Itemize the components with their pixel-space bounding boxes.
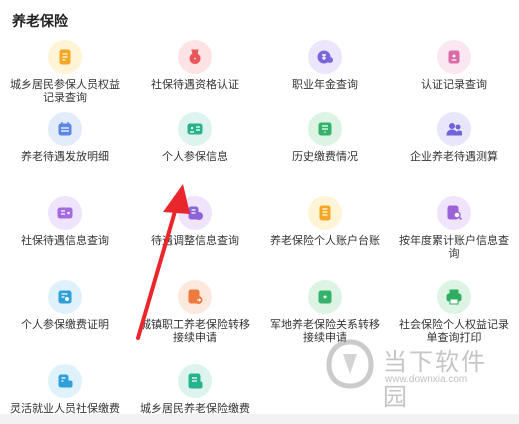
service-item-label: 城镇职工养老保险转移 接续申请 [140, 318, 250, 344]
service-item-label: 社保待遇信息查询 [21, 234, 109, 247]
transfer-icon [178, 280, 212, 314]
coin-icon [308, 40, 342, 74]
search-doc-icon [437, 196, 471, 230]
id-card-icon [178, 112, 212, 146]
service-item-label: 企业养老待遇测算 [410, 150, 498, 163]
service-item-label: 历史缴费情况 [292, 150, 358, 163]
watermark: 当下软件园 www.downxia.com [325, 336, 505, 411]
service-item-label: 养老待遇发放明细 [21, 150, 109, 163]
people-icon [437, 112, 471, 146]
military-transfer-icon [308, 280, 342, 314]
payment-history-icon [308, 112, 342, 146]
service-item-label: 个人参保缴费证明 [21, 318, 109, 331]
flexible-pay-icon [48, 364, 82, 398]
service-item-label: 养老保险个人账户台账 [270, 234, 380, 247]
service-item-label: 职业年金查询 [292, 78, 358, 91]
service-item-label: 城乡居民参保人员权益 记录查询 [10, 78, 120, 104]
calendar-icon [48, 112, 82, 146]
info-card-icon [48, 196, 82, 230]
watermark-url: www.downxia.com [385, 374, 468, 385]
adjust-icon [178, 196, 212, 230]
record-icon [437, 40, 471, 74]
service-item-label: 认证记录查询 [421, 78, 487, 91]
certificate-icon [48, 280, 82, 314]
ledger-icon [308, 196, 342, 230]
service-item-label: 待遇调整信息查询 [151, 234, 239, 247]
resident-pay-icon [178, 364, 212, 398]
service-item-label: 社保待遇资格认证 [151, 78, 239, 91]
service-item-label: 个人参保信息 [162, 150, 228, 163]
section-title: 养老保险 [12, 14, 68, 30]
watermark-logo-icon [326, 339, 374, 389]
service-item-label: 按年度累计账户信息查 询 [399, 234, 509, 260]
document-icon [48, 40, 82, 74]
bottom-divider [0, 414, 519, 424]
print-icon [437, 280, 471, 314]
medal-icon [178, 40, 212, 74]
